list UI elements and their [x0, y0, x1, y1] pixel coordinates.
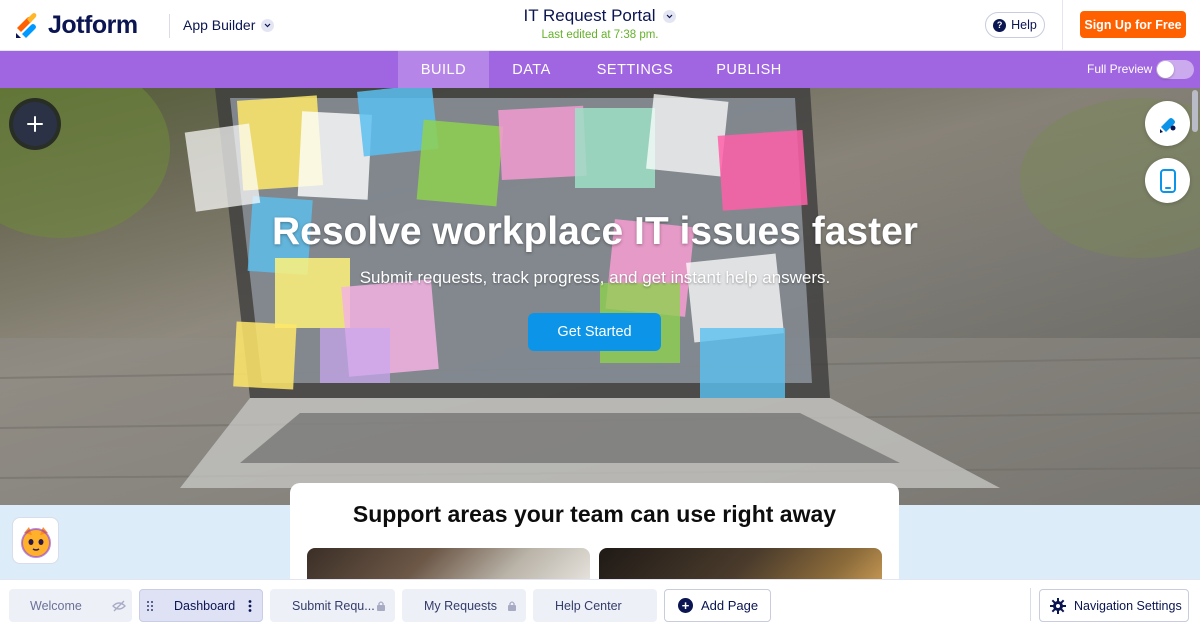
plus-icon	[13, 102, 57, 146]
toggle-knob	[1157, 61, 1174, 78]
app-builder-label: App Builder	[183, 17, 256, 33]
get-started-button[interactable]: Get Started	[528, 313, 661, 351]
page-tab-help-center[interactable]: Help Center	[533, 589, 657, 622]
app-builder-menu[interactable]: App Builder	[183, 17, 275, 33]
page-tab-dashboard[interactable]: Dashboard	[139, 589, 263, 622]
signup-button[interactable]: Sign Up for Free	[1080, 11, 1186, 38]
top-header: Jotform App Builder IT Request Portal La…	[0, 0, 1200, 51]
more-vertical-icon[interactable]	[248, 599, 252, 612]
plus-circle-icon: +	[678, 598, 693, 613]
header-divider	[169, 14, 170, 38]
support-areas-card: Support areas your team can use right aw…	[290, 483, 899, 588]
page-label: Submit Requ...	[292, 598, 375, 613]
jotform-logo-icon	[16, 12, 37, 38]
paint-roller-icon	[1159, 117, 1175, 133]
page-tab-submit-request[interactable]: Submit Requ...	[270, 589, 395, 622]
hero-section[interactable]: Resolve workplace IT issues faster Submi…	[0, 88, 1200, 505]
chevron-down-icon[interactable]	[663, 9, 677, 23]
cat-mascot-icon	[20, 526, 51, 558]
eye-off-icon[interactable]	[112, 600, 126, 612]
jotform-logo[interactable]: Jotform	[14, 11, 138, 40]
add-page-label: Add Page	[701, 598, 759, 613]
app-designer-button[interactable]	[1145, 101, 1190, 146]
help-label: Help	[1011, 18, 1037, 32]
tab-settings[interactable]: SETTINGS	[585, 51, 685, 88]
page-tab-welcome[interactable]: Welcome	[9, 589, 132, 622]
brand-name: Jotform	[48, 11, 138, 39]
gear-icon	[1050, 597, 1066, 614]
drag-handle-icon[interactable]	[147, 600, 153, 611]
page-label: Dashboard	[174, 598, 236, 613]
lock-icon	[507, 600, 517, 612]
navigation-settings-label: Navigation Settings	[1074, 598, 1182, 613]
tab-data[interactable]: DATA	[495, 51, 568, 88]
add-element-button[interactable]	[9, 98, 61, 150]
add-page-button[interactable]: + Add Page	[664, 589, 771, 622]
tab-publish[interactable]: PUBLISH	[705, 51, 793, 88]
chevron-down-icon	[261, 18, 275, 32]
scrollbar-thumb[interactable]	[1192, 90, 1198, 132]
lock-icon	[376, 600, 386, 612]
builder-nav: BUILD DATA SETTINGS PUBLISH Full Preview	[0, 51, 1200, 88]
page-tab-my-requests[interactable]: My Requests	[402, 589, 526, 622]
header-divider	[1062, 0, 1063, 51]
page-label: Welcome	[30, 598, 82, 613]
section-title: Support areas your team can use right aw…	[352, 501, 837, 527]
help-button[interactable]: ? Help	[985, 12, 1045, 38]
page-label: My Requests	[424, 598, 497, 613]
ai-agent-avatar[interactable]	[12, 517, 59, 564]
question-icon: ?	[993, 18, 1007, 32]
bottom-divider	[1030, 588, 1031, 621]
pages-bar: Welcome Dashboard Submit Requ... My Requ…	[0, 579, 1200, 626]
mobile-preview-button[interactable]	[1145, 158, 1190, 203]
app-title[interactable]: IT Request Portal	[524, 6, 656, 26]
hero-background-image	[0, 88, 1200, 505]
app-title-dropdown[interactable]: IT Request Portal	[524, 6, 677, 26]
tab-build[interactable]: BUILD	[398, 51, 489, 88]
phone-icon	[1159, 168, 1176, 193]
full-preview-toggle[interactable]	[1156, 60, 1194, 79]
full-preview-label: Full Preview	[1087, 62, 1153, 76]
navigation-settings-button[interactable]: Navigation Settings	[1039, 589, 1189, 622]
hero-subtitle: Submit requests, track progress, and get…	[359, 268, 831, 287]
hero-title: Resolve workplace IT issues faster	[272, 210, 918, 253]
page-label: Help Center	[555, 598, 622, 613]
